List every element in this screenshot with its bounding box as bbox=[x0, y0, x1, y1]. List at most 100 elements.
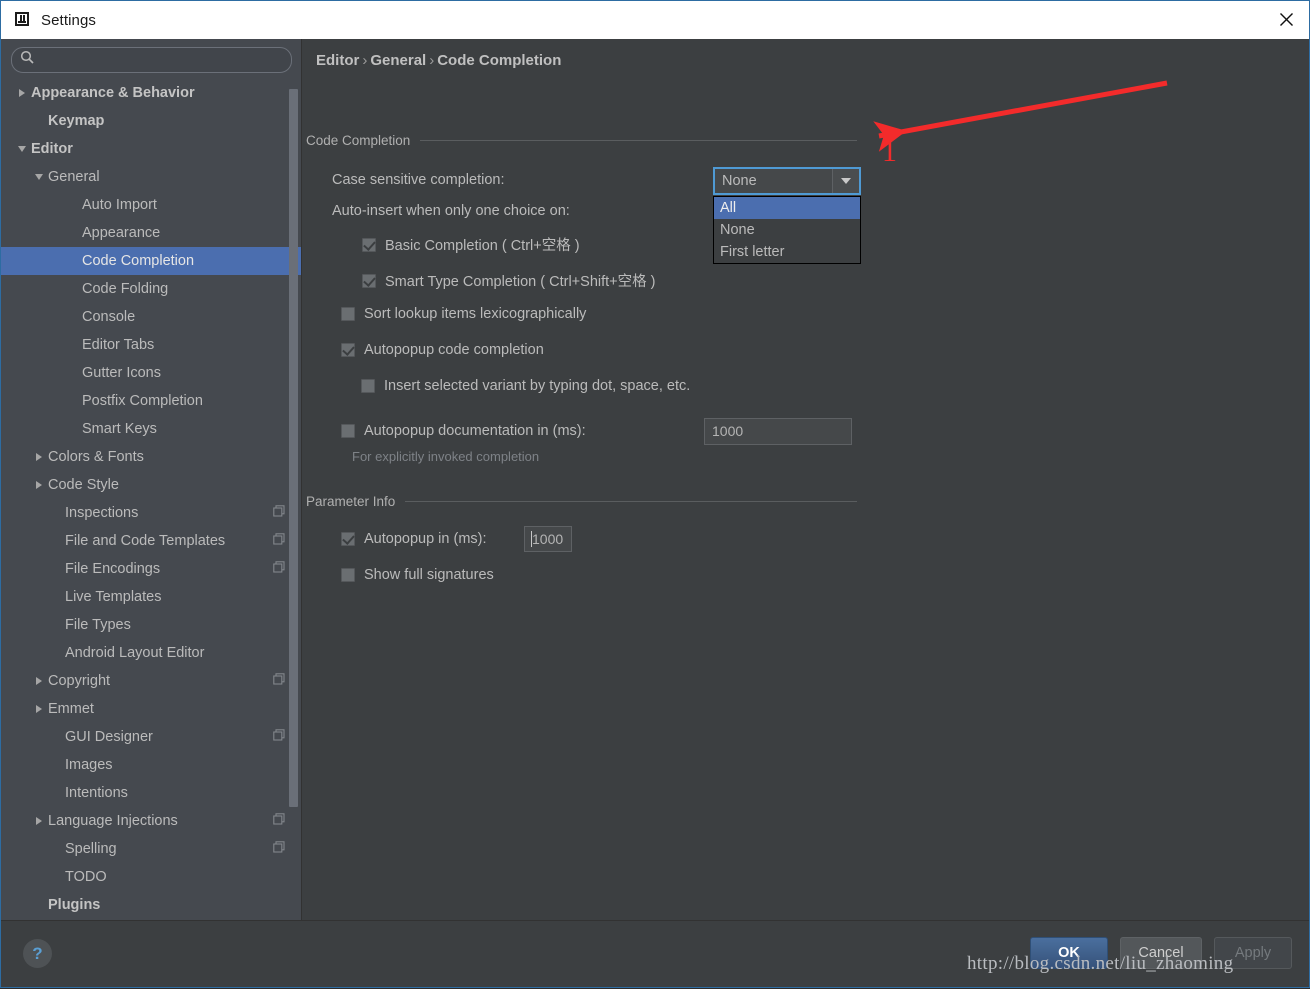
sidebar-item-label: Code Style bbox=[48, 477, 301, 493]
autopopup-code-completion-label: Autopopup code completion bbox=[364, 342, 544, 358]
basic-completion-label: Basic Completion ( Ctrl+空格 ) bbox=[385, 234, 580, 255]
show-full-signatures-label: Show full signatures bbox=[364, 567, 494, 583]
sidebar-item-label: File Types bbox=[65, 617, 301, 633]
sidebar-item-general[interactable]: General bbox=[1, 163, 301, 191]
sidebar-item-live-templates[interactable]: Live Templates bbox=[1, 583, 301, 611]
show-full-signatures-checkbox[interactable] bbox=[341, 568, 355, 582]
sidebar-item-todo[interactable]: TODO bbox=[1, 863, 301, 891]
sidebar-item-label: Android Layout Editor bbox=[65, 645, 301, 661]
search-input[interactable] bbox=[41, 53, 283, 68]
case-sensitive-completion-combobox[interactable]: None bbox=[713, 167, 861, 195]
project-scope-icon bbox=[273, 841, 285, 857]
autopopup-code-completion-checkbox-row[interactable]: Autopopup code completion bbox=[341, 342, 544, 358]
sidebar-item-label: File Encodings bbox=[65, 561, 273, 577]
sidebar-item-appearance-behavior[interactable]: Appearance & Behavior bbox=[1, 79, 301, 107]
chevron-right-icon[interactable] bbox=[30, 705, 48, 713]
settings-sidebar: Appearance & BehaviorKeymap Editor General… bbox=[1, 39, 302, 920]
sidebar-item-code-completion[interactable]: Code Completion bbox=[1, 247, 301, 275]
sidebar-item-label: GUI Designer bbox=[65, 729, 273, 745]
group-header-code-completion: Code Completion bbox=[306, 133, 857, 148]
autopopup-documentation-checkbox-row[interactable]: Autopopup documentation in (ms): bbox=[341, 423, 586, 439]
help-button[interactable]: ? bbox=[23, 939, 52, 968]
sidebar-item-images[interactable]: Images bbox=[1, 751, 301, 779]
project-scope-icon bbox=[273, 673, 285, 689]
param-autopopup-input[interactable]: 1000 bbox=[524, 526, 572, 552]
smart-type-completion-checkbox-row[interactable]: Smart Type Completion ( Ctrl+Shift+空格 ) bbox=[362, 270, 656, 291]
insert-variant-checkbox-row[interactable]: Insert selected variant by typing dot, s… bbox=[361, 378, 690, 394]
group-title: Parameter Info bbox=[306, 494, 395, 509]
settings-dialog: Settings bbox=[0, 0, 1310, 988]
ok-button[interactable]: OK bbox=[1030, 937, 1108, 969]
intellij-idea-icon bbox=[15, 12, 31, 28]
case-sensitive-completion-label: Case sensitive completion: bbox=[332, 172, 504, 188]
chevron-right-icon[interactable] bbox=[30, 453, 48, 461]
sidebar-item-file-and-code-templates[interactable]: File and Code Templates bbox=[1, 527, 301, 555]
combobox-option-none[interactable]: None bbox=[714, 219, 860, 241]
sidebar-item-console[interactable]: Console bbox=[1, 303, 301, 331]
param-autopopup-checkbox-row[interactable]: Autopopup in (ms): bbox=[341, 531, 487, 547]
sidebar-item-plugins[interactable]: Plugins bbox=[1, 891, 301, 919]
autopopup-documentation-input[interactable]: 1000 bbox=[704, 418, 852, 445]
sidebar-item-postfix-completion[interactable]: Postfix Completion bbox=[1, 387, 301, 415]
chevron-right-icon[interactable] bbox=[13, 89, 31, 97]
autopopup-code-completion-checkbox[interactable] bbox=[341, 343, 355, 357]
chevron-right-icon[interactable] bbox=[30, 677, 48, 685]
sidebar-item-gui-designer[interactable]: GUI Designer bbox=[1, 723, 301, 751]
cancel-button[interactable]: Cancel bbox=[1120, 937, 1202, 969]
sidebar-item-keymap[interactable]: Keymap bbox=[1, 107, 301, 135]
sidebar-item-appearance[interactable]: Appearance bbox=[1, 219, 301, 247]
chevron-right-icon[interactable] bbox=[30, 481, 48, 489]
sidebar-item-label: Editor bbox=[31, 141, 301, 157]
param-autopopup-checkbox[interactable] bbox=[341, 532, 355, 546]
combobox-dropdown-list[interactable]: AllNoneFirst letter bbox=[713, 196, 861, 264]
sidebar-item-label: Appearance bbox=[82, 225, 301, 241]
sidebar-item-code-folding[interactable]: Code Folding bbox=[1, 275, 301, 303]
sidebar-item-gutter-icons[interactable]: Gutter Icons bbox=[1, 359, 301, 387]
sidebar-item-android-layout-editor[interactable]: Android Layout Editor bbox=[1, 639, 301, 667]
chevron-right-icon[interactable] bbox=[30, 817, 48, 825]
autopopup-documentation-checkbox[interactable] bbox=[341, 424, 355, 438]
sidebar-item-smart-keys[interactable]: Smart Keys bbox=[1, 415, 301, 443]
autopopup-documentation-hint: For explicitly invoked completion bbox=[352, 449, 539, 464]
sidebar-item-intentions[interactable]: Intentions bbox=[1, 779, 301, 807]
sidebar-scrollbar[interactable] bbox=[289, 89, 298, 807]
chevron-down-icon[interactable] bbox=[832, 169, 859, 193]
sidebar-item-label: Live Templates bbox=[65, 589, 301, 605]
auto-insert-label: Auto-insert when only one choice on: bbox=[332, 203, 570, 219]
sidebar-item-file-encodings[interactable]: File Encodings bbox=[1, 555, 301, 583]
settings-tree[interactable]: Appearance & BehaviorKeymap Editor General… bbox=[1, 79, 301, 920]
basic-completion-checkbox[interactable] bbox=[362, 238, 376, 252]
sidebar-item-copyright[interactable]: Copyright bbox=[1, 667, 301, 695]
sidebar-item-auto-import[interactable]: Auto Import bbox=[1, 191, 301, 219]
combobox-option-first-letter[interactable]: First letter bbox=[714, 241, 860, 263]
sidebar-item-label: General bbox=[48, 169, 301, 185]
project-scope-icon bbox=[273, 813, 285, 829]
search-icon bbox=[20, 50, 35, 70]
sidebar-item-colors-fonts[interactable]: Colors & Fonts bbox=[1, 443, 301, 471]
apply-button: Apply bbox=[1214, 937, 1292, 969]
annotation-number-1: 1 bbox=[882, 135, 897, 169]
sidebar-item-code-style[interactable]: Code Style bbox=[1, 471, 301, 499]
breadcrumb-editor: Editor bbox=[316, 52, 359, 69]
close-icon[interactable] bbox=[1263, 1, 1309, 38]
sidebar-item-editor[interactable]: Editor bbox=[1, 135, 301, 163]
breadcrumb-general: General bbox=[370, 52, 426, 69]
smart-type-completion-checkbox[interactable] bbox=[362, 274, 376, 288]
sidebar-item-language-injections[interactable]: Language Injections bbox=[1, 807, 301, 835]
sidebar-item-file-types[interactable]: File Types bbox=[1, 611, 301, 639]
show-full-signatures-checkbox-row[interactable]: Show full signatures bbox=[341, 567, 494, 583]
sort-lookup-checkbox[interactable] bbox=[341, 307, 355, 321]
chevron-down-icon[interactable] bbox=[30, 174, 48, 180]
basic-completion-checkbox-row[interactable]: Basic Completion ( Ctrl+空格 ) bbox=[362, 234, 580, 255]
search-box[interactable] bbox=[11, 47, 292, 73]
sort-lookup-label: Sort lookup items lexicographically bbox=[364, 306, 586, 322]
sidebar-item-inspections[interactable]: Inspections bbox=[1, 499, 301, 527]
sidebar-item-emmet[interactable]: Emmet bbox=[1, 695, 301, 723]
insert-variant-checkbox[interactable] bbox=[361, 379, 375, 393]
sort-lookup-checkbox-row[interactable]: Sort lookup items lexicographically bbox=[341, 306, 586, 322]
combobox-option-all[interactable]: All bbox=[714, 197, 860, 219]
sidebar-item-editor-tabs[interactable]: Editor Tabs bbox=[1, 331, 301, 359]
chevron-down-icon[interactable] bbox=[13, 146, 31, 152]
sidebar-item-spelling[interactable]: Spelling bbox=[1, 835, 301, 863]
sidebar-item-label: Images bbox=[65, 757, 301, 773]
